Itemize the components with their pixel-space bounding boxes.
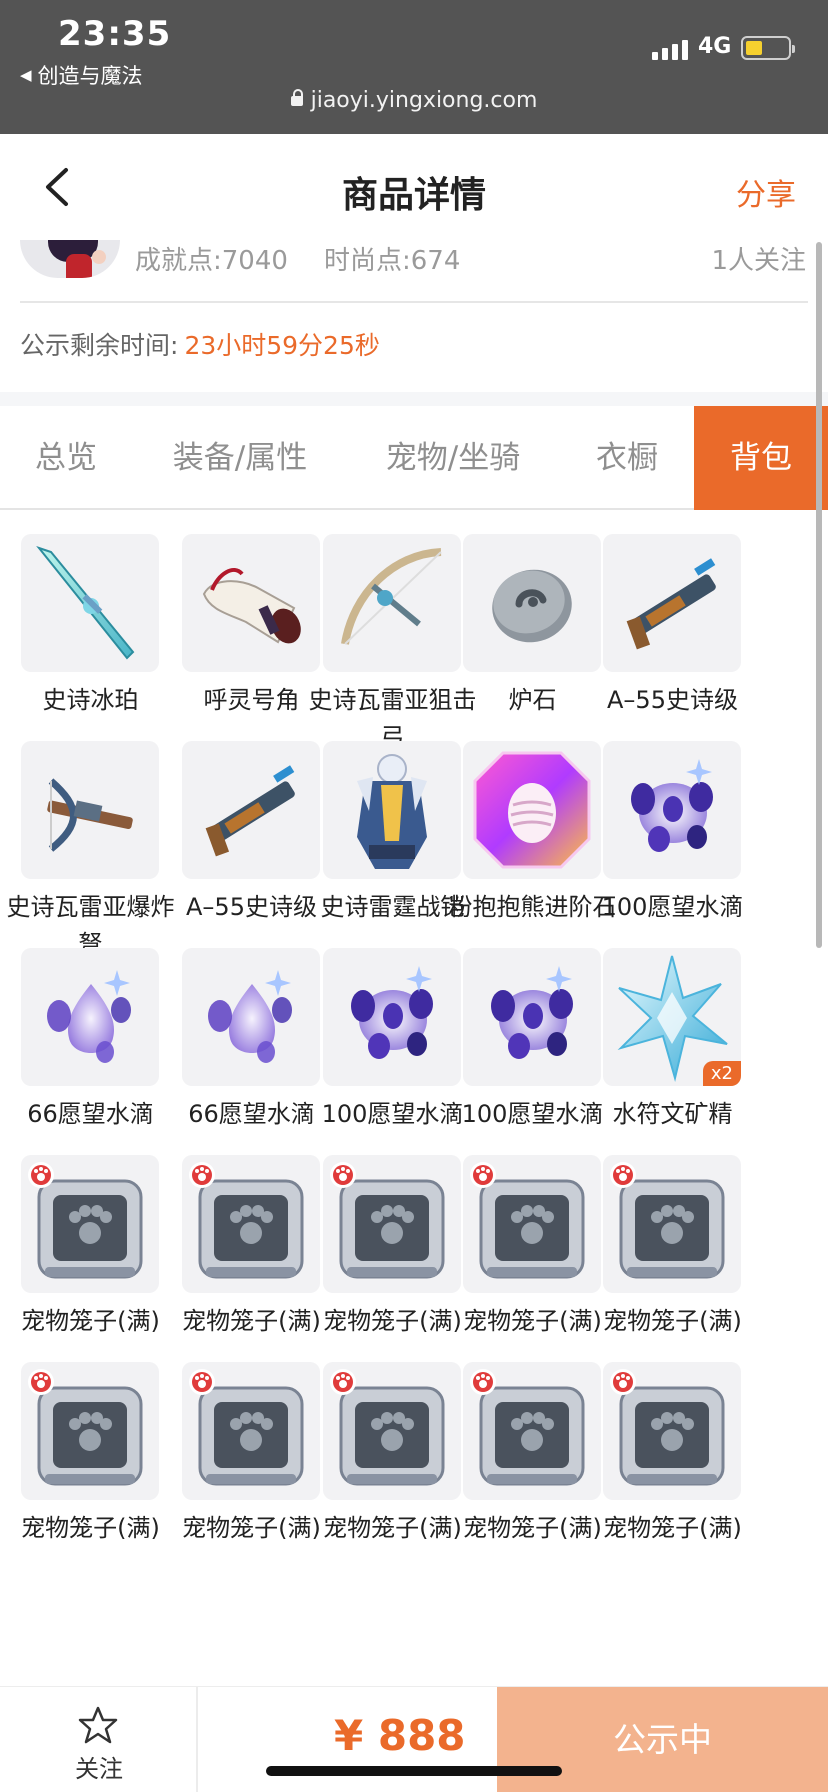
- url-text: jiaoyi.yingxiong.com: [310, 88, 538, 113]
- follow-button[interactable]: 关注: [0, 1687, 198, 1792]
- pet-cage-icon: [330, 1369, 445, 1486]
- item-name: 史诗冰珀: [42, 686, 139, 714]
- item-thumbnail: [603, 534, 741, 672]
- publicity-status-button[interactable]: 公示中: [497, 1687, 828, 1792]
- item-thumbnail: [182, 1362, 320, 1500]
- item-thumbnail: [323, 741, 461, 879]
- item-thumbnail: [323, 534, 461, 672]
- item-thumbnail: [21, 534, 159, 672]
- item-name: 宠物笼子(满): [21, 1514, 160, 1542]
- item-name: A–55史诗级: [607, 686, 738, 714]
- battery-icon: [741, 36, 795, 60]
- scrollbar[interactable]: [816, 242, 822, 948]
- tab-pets[interactable]: 宠物/坐骑: [368, 406, 538, 510]
- wish-drop-icon: [47, 970, 131, 1063]
- item-thumbnail: [182, 1155, 320, 1293]
- star-icon: [78, 1706, 118, 1744]
- item-thumbnail: x2: [603, 948, 741, 1086]
- item-thumbnail: [323, 1155, 461, 1293]
- countdown: 公示剩余时间: 23小时59分25秒: [20, 326, 380, 362]
- egg-gem-icon: [473, 751, 591, 869]
- pet-cage-icon: [189, 1162, 304, 1279]
- app-screen: 23:35 ◀ 创造与魔法 4G jiaoyi.yingxiong.com 商品…: [0, 0, 828, 1792]
- item-thumbnail: [21, 1155, 159, 1293]
- item-name: 宠物笼子(满): [21, 1307, 160, 1335]
- item-thumbnail: [182, 948, 320, 1086]
- back-to-app-link[interactable]: ◀ 创造与魔法: [20, 60, 143, 90]
- account-summary: 成就点:7040 时尚点:674 1人关注 公示剩余时间: 23小时59分25秒: [0, 240, 828, 392]
- tab-wardrobe[interactable]: 衣橱: [575, 406, 679, 510]
- wish-drops-icon: [491, 966, 573, 1059]
- home-indicator: [266, 1766, 562, 1776]
- item-thumbnail: [323, 1362, 461, 1500]
- wish-drops-icon: [351, 966, 433, 1059]
- item-thumbnail: [463, 1155, 601, 1293]
- item-thumbnail: [603, 741, 741, 879]
- wish-drops-icon: [631, 759, 713, 852]
- tab-bar: 总览 装备/属性 宠物/坐骑 衣橱 背包: [0, 406, 828, 510]
- hearthstone-icon: [492, 569, 572, 643]
- network-type: 4G: [698, 34, 732, 59]
- pet-cage-icon: [28, 1162, 143, 1279]
- follow-label: 关注: [75, 1755, 123, 1783]
- lock-icon: [290, 89, 303, 106]
- item-thumbnail: [603, 1362, 741, 1500]
- follower-count: 1人关注: [711, 246, 806, 276]
- wish-drop-icon: [208, 970, 292, 1063]
- armor-icon: [357, 754, 427, 869]
- bottom-action-bar: 关注 ¥ 888 公示中: [0, 1686, 828, 1792]
- signal-icon: [652, 36, 688, 60]
- item-name: 水符文矿精: [612, 1100, 733, 1128]
- nav-bar: 商品详情 分享: [0, 134, 828, 240]
- item-thumbnail: [603, 1155, 741, 1293]
- item-name: 宠物笼子(满): [603, 1307, 742, 1335]
- page-title: 商品详情: [341, 175, 486, 216]
- item-thumbnail: [323, 948, 461, 1086]
- quantity-badge: x2: [702, 1061, 741, 1086]
- tab-equipment[interactable]: 装备/属性: [152, 406, 328, 510]
- pet-cage-icon: [610, 1369, 725, 1486]
- section-gap: [0, 392, 828, 406]
- item-thumbnail: [182, 741, 320, 879]
- item-thumbnail: [21, 1362, 159, 1500]
- pet-cage-icon: [610, 1162, 725, 1279]
- item-thumbnail: [21, 948, 159, 1086]
- pet-cage-icon: [330, 1162, 445, 1279]
- gun-icon: [626, 558, 716, 650]
- back-triangle-icon: ◀: [20, 66, 32, 84]
- bow-icon: [341, 548, 442, 645]
- countdown-value: 23小时59分25秒: [184, 331, 380, 360]
- pet-cage-icon: [189, 1369, 304, 1486]
- countdown-label: 公示剩余时间:: [20, 331, 179, 360]
- tab-overview[interactable]: 总览: [0, 406, 132, 510]
- achievement-points: 成就点:7040: [135, 246, 288, 276]
- horn-icon: [202, 568, 301, 644]
- pet-cage-icon: [28, 1369, 143, 1486]
- crossbow-icon: [47, 778, 133, 852]
- item-thumbnail: [463, 741, 601, 879]
- item-thumbnail: [463, 534, 601, 672]
- item-thumbnail: [182, 534, 320, 672]
- pet-cage-icon: [470, 1369, 585, 1486]
- fashion-points: 时尚点:674: [324, 246, 461, 276]
- item-name: 宠物笼子(满): [603, 1514, 742, 1542]
- clock: 23:35: [58, 14, 172, 54]
- divider: [20, 301, 808, 303]
- url-bar[interactable]: jiaoyi.yingxiong.com: [0, 88, 828, 113]
- item-thumbnail: [21, 741, 159, 879]
- back-app-label: 创造与魔法: [37, 64, 143, 88]
- item-thumbnail: [463, 1362, 601, 1500]
- share-button[interactable]: 分享: [736, 170, 796, 214]
- battery-level: [746, 41, 762, 55]
- item-thumbnail: [463, 948, 601, 1086]
- price: ¥ 888: [334, 1711, 466, 1760]
- item-name: 66愿望水滴: [27, 1100, 154, 1128]
- gun-icon: [205, 765, 295, 857]
- ice-spear-icon: [36, 545, 135, 660]
- avatar: [20, 240, 120, 278]
- pet-cage-icon: [470, 1162, 585, 1279]
- item-name: 100愿望水滴: [601, 893, 744, 921]
- status-bar: 23:35 ◀ 创造与魔法 4G jiaoyi.yingxiong.com: [0, 0, 828, 134]
- tab-backpack[interactable]: 背包: [694, 406, 828, 510]
